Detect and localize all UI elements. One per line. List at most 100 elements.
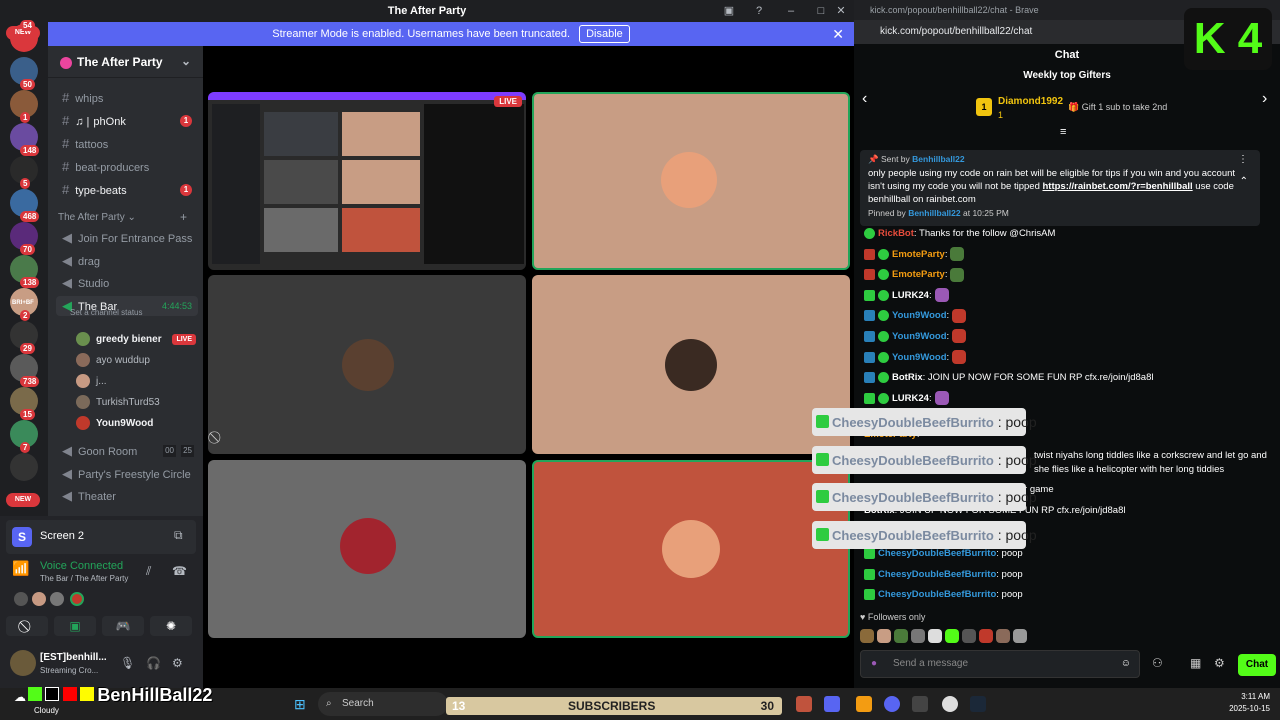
mic-icon[interactable]: 🎙 [120,656,135,670]
chat-message[interactable]: CheesyDoubleBeefBurrito: poop [864,565,1023,585]
app-icon[interactable] [796,696,812,712]
channel-tattoos[interactable]: # tattoos [56,134,198,154]
participant-tile[interactable] [208,275,526,454]
close-icon[interactable]: ✕ [832,22,844,46]
voice-user[interactable]: greedy biener LIVE [76,330,196,350]
emote-icon[interactable] [928,628,942,643]
chat-message[interactable]: Youn9Wood: [864,306,967,326]
participant-tile[interactable] [532,275,850,454]
inbox-icon[interactable]: ▣ [714,0,744,22]
menu-icon[interactable]: ≡ [1060,126,1066,138]
chat-message[interactable]: EmoteParty: [864,265,965,285]
chevron-right-icon[interactable]: › [1262,90,1267,108]
category-header[interactable]: The After Party ⌄ [58,212,136,223]
noise-suppression-icon[interactable]: ⫽ [146,564,151,579]
unpin-icon[interactable]: ⋮ [1238,154,1248,165]
emote-icon[interactable] [996,628,1010,643]
screen-share-button[interactable]: ▣ [54,616,96,636]
chat-username[interactable]: LURK24 [892,290,929,301]
chat-username[interactable]: LURK24 [892,393,929,404]
voice-location[interactable]: The Bar / The After Party [40,574,128,583]
emote-icon[interactable] [877,628,891,643]
app-icon[interactable] [856,696,872,712]
gift-cta[interactable]: 🎁 Gift 1 sub to take 2nd [1068,102,1167,113]
user-name[interactable]: [EST]benhill... [40,652,107,663]
channel-phOnk[interactable]: # ♫ | phOnk 1 [56,111,198,131]
chat-message[interactable]: she flies like a helicopter with her lon… [1034,463,1224,477]
gifter-name[interactable]: Diamond1992 [998,96,1063,107]
chat-message[interactable]: RickBot: Thanks for the follow @ChrisAM [864,224,1055,244]
users-icon[interactable]: ⚇ [1152,656,1163,670]
chat-message[interactable]: Youn9Wood: [864,327,967,347]
voice-user[interactable]: TurkishTurd53 [76,393,196,413]
clock-time[interactable]: 3:11 AM [1238,692,1270,701]
activity-button[interactable]: 🎮 [102,616,144,636]
headphones-icon[interactable]: 🎧 [146,656,161,670]
app-icon[interactable] [912,696,928,712]
emoji-icon[interactable]: ☺ [1121,651,1131,677]
clock-date[interactable]: 2025-10-15 [1224,704,1270,713]
chat-username[interactable]: Youn9Wood [892,331,947,342]
weather-label[interactable]: Cloudy [34,706,59,715]
store-icon[interactable]: ▦ [1190,656,1201,670]
minimize-icon[interactable]: – [776,0,806,22]
chat-username[interactable]: EmoteParty [892,249,945,260]
popout-icon[interactable]: ⧉ [174,528,183,543]
chat-username[interactable]: EmoteParty [892,269,945,280]
voice-channel[interactable]: ◀ Theater [56,486,198,506]
participant-tile[interactable] [208,460,526,638]
message-input[interactable]: Send a message ● ☺ [860,650,1140,678]
soundboard-button[interactable]: ✺ [150,616,192,636]
emote-icon[interactable] [911,628,925,643]
chat-username[interactable]: RickBot [878,228,914,239]
add-channel-icon[interactable]: + [180,210,187,224]
voice-channel[interactable]: ◀ drag [56,251,198,271]
server-header[interactable]: The After Party ⌄ [48,46,203,78]
emote-icon[interactable] [894,628,908,643]
channel-beat-producers[interactable]: # beat-producers [56,157,198,177]
chat-send-button[interactable]: Chat [1238,654,1276,676]
chat-message[interactable]: LURK24: [864,389,949,409]
chat-message[interactable]: LURK24: [864,286,949,306]
voice-user[interactable]: ayo wuddup [76,351,196,371]
gear-icon[interactable]: ⚙ [172,656,183,670]
camera-off-button[interactable]: ⃠ [6,616,48,636]
voice-channel[interactable]: ◀ Join For Entrance Pass [56,228,198,248]
participant-tile[interactable] [532,460,850,638]
chat-message[interactable]: twist niyahs long tiddles like a corkscr… [1034,449,1267,463]
close-icon[interactable]: ✕ [826,0,856,22]
pinner-name[interactable]: Benhillball22 [908,208,960,218]
emote-icon[interactable] [860,628,874,643]
help-icon[interactable]: ? [744,0,774,22]
voice-channel[interactable]: ◀ Studio [56,273,198,293]
channel-type-beats[interactable]: # type-beats 1 [56,180,198,200]
discord-taskbar-icon[interactable] [884,696,900,712]
emote-icon[interactable] [1013,628,1027,643]
stream-tile[interactable]: LIVE [208,92,526,270]
chat-message[interactable]: EmoteParty: [864,245,965,265]
chat-message[interactable]: BotRix: JOIN UP NOW FOR SOME FUN RP cfx.… [864,368,1154,388]
channel-status[interactable]: Set a channel status [70,308,143,317]
collapse-icon[interactable]: ⌃ [1240,176,1248,187]
taskbar-search[interactable]: ⌕ Search [318,692,448,716]
chat-username[interactable]: Youn9Wood [892,310,947,321]
emote-icon[interactable] [979,628,993,643]
participant-tile[interactable] [532,92,850,270]
obs-icon[interactable] [942,696,958,712]
chat-username[interactable]: CheesyDoubleBeefBurrito [878,548,996,559]
windows-start-icon[interactable]: ⊞ [294,696,306,713]
chat-username[interactable]: CheesyDoubleBeefBurrito [878,589,996,600]
pinned-author[interactable]: Benhillball22 [912,154,964,164]
emote-icon[interactable] [945,628,959,643]
chat-username[interactable]: Youn9Wood [892,352,947,363]
channel-whips[interactable]: # whips [56,88,198,108]
chat-username[interactable]: BotRix [892,372,923,383]
app-icon[interactable] [824,696,840,712]
emote-icon[interactable] [962,628,976,643]
disable-button[interactable]: Disable [579,25,630,43]
gear-icon[interactable]: ⚙ [1214,656,1225,670]
server-icon[interactable] [10,453,38,481]
chevron-left-icon[interactable]: ‹ [862,90,867,108]
pinned-link[interactable]: https://rainbet.com/?r=benhillball [1043,181,1193,192]
disconnect-icon[interactable]: ☎ [172,564,187,578]
